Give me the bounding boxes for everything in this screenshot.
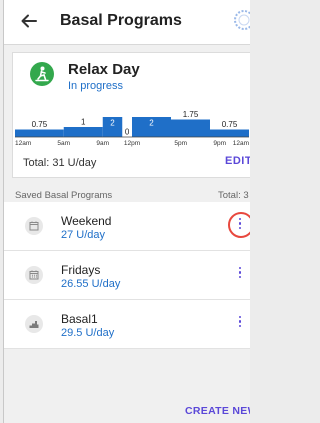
basal-rate-chart: 0.75 1 2 0 2 1.75 0.75 12am 5am 9am 12pm 5pm 9pm 12am	[15, 110, 249, 147]
pump-status-icon[interactable]	[233, 9, 250, 31]
relax-person-icon	[30, 62, 54, 86]
kebab-menu-icon[interactable]	[235, 316, 245, 332]
tick-label: 9pm	[213, 140, 226, 147]
tick-label: 12am	[15, 140, 31, 147]
list-item-basal1[interactable]: Basal1 29.5 U/day	[4, 300, 250, 349]
program-rate: 26.55 U/day	[61, 278, 121, 290]
saved-programs-heading: Saved Basal Programs	[15, 190, 113, 201]
create-new-button[interactable]: CREATE NEW	[185, 405, 250, 417]
calendar-icon	[25, 217, 43, 235]
bar-label: 0	[125, 128, 130, 137]
kebab-menu-icon[interactable]	[235, 267, 245, 283]
bar-label: 0.75	[32, 120, 48, 129]
page-title: Basal Programs	[60, 12, 182, 29]
basal-bar	[171, 119, 210, 137]
program-name: Fridays	[61, 263, 101, 277]
bar-label: 0.75	[222, 120, 238, 129]
basal-bar	[210, 129, 249, 137]
bar-label: 2	[149, 119, 154, 128]
active-program-card[interactable]: Relax Day In progress 0.75 1 2 0 2 1.75 0.75 12…	[12, 52, 250, 178]
basal-bar	[15, 129, 64, 137]
tick-label: 5am	[57, 140, 70, 147]
list-item-weekend[interactable]: Weekend 27 U/day	[4, 202, 250, 251]
bar-label: 1.75	[183, 110, 199, 119]
program-name: Basal1	[61, 312, 98, 326]
active-program-total: Total: 31 U/day	[23, 157, 97, 169]
active-program-name: Relax Day	[68, 61, 140, 78]
list-item-fridays[interactable]: Fridays 26.55 U/day	[4, 251, 250, 300]
app-screen: Basal Programs Relax Day In progress 0.7…	[3, 0, 250, 423]
kebab-menu-icon[interactable]	[235, 218, 245, 234]
back-arrow-icon[interactable]	[20, 12, 38, 30]
basal-profile-icon	[25, 315, 43, 333]
program-name: Weekend	[61, 214, 112, 228]
bar-label: 1	[81, 118, 86, 127]
edit-button[interactable]: EDIT	[225, 155, 250, 167]
tick-label: 5pm	[174, 140, 187, 147]
saved-programs-total: Total: 3	[218, 190, 249, 201]
tick-label: 12pm	[124, 140, 140, 147]
calendar-grid-icon	[25, 266, 43, 284]
basal-bar	[63, 127, 103, 137]
bar-label: 2	[110, 119, 115, 128]
app-header: Basal Programs	[4, 0, 250, 45]
tick-label: 12am	[233, 140, 249, 147]
program-rate: 27 U/day	[61, 229, 106, 241]
program-rate: 29.5 U/day	[61, 327, 115, 339]
tick-label: 9am	[96, 140, 109, 147]
active-program-status: In progress	[68, 80, 124, 92]
